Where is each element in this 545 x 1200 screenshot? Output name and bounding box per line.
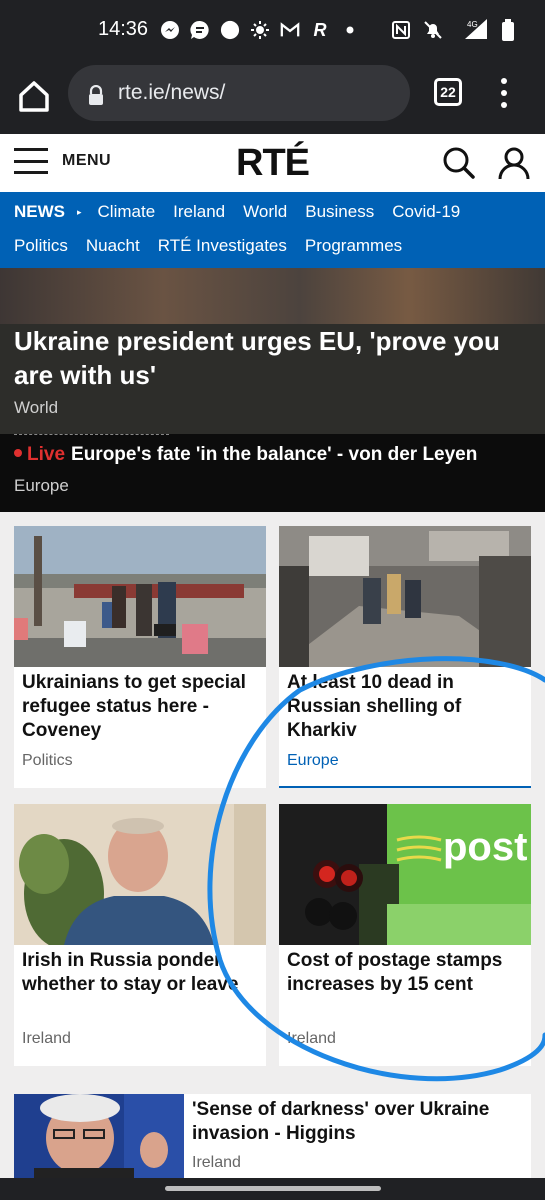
menu-label: MENU [62,152,112,169]
story-image-kharkiv[interactable] [279,526,531,667]
story-title[interactable]: At least 10 dead in Russian shelling of … [287,671,527,743]
hamburger-icon [14,148,48,174]
nav-arrow-icon: ▸ [77,206,82,217]
gmail-icon [280,20,300,40]
dot [501,90,507,96]
search-button[interactable] [442,146,476,185]
nav-news[interactable]: NEWS [14,202,65,222]
divider [14,434,169,435]
web-page: MENU RTÉ NEWS ▸ Climate Ireland World Bu… [0,134,545,1178]
nav-business[interactable]: Business [305,202,374,222]
hero-title[interactable]: Ukraine president urges EU, 'prove you a… [14,324,529,392]
brightness-icon [250,20,270,40]
nav-world[interactable]: World [243,202,287,222]
rte-logo[interactable]: RTÉ [236,142,310,185]
home-icon [19,81,49,112]
circle-icon [220,20,240,40]
dot [501,102,507,108]
post-sign-text: post [443,825,527,869]
tab-switcher-button[interactable]: 22 [434,78,462,106]
mute-icon [423,20,443,40]
story-category[interactable]: Europe [287,752,339,770]
live-label: Live [27,444,66,465]
story-title[interactable]: 'Sense of darkness' over Ukraine invasio… [192,1098,527,1146]
home-button[interactable] [14,76,56,118]
nav-covid[interactable]: Covid-19 [392,202,460,222]
story-image-post-sign[interactable]: post [279,804,531,945]
browser-toolbar: rte.ie/news/ 22 [0,62,545,134]
story-title[interactable]: Irish in Russia ponder whether to stay o… [22,949,262,997]
r-app-icon: R [313,19,327,40]
home-gesture-handle[interactable] [165,1186,381,1191]
nav-rte-investigates[interactable]: RTÉ Investigates [158,236,287,256]
dot [501,78,507,84]
live-dot-icon [14,448,22,457]
status-bar: 14:36 R 4G [0,0,545,62]
hero-category[interactable]: World [14,398,58,418]
url-text: rte.ie/news/ [118,81,226,104]
nav-climate[interactable]: Climate [98,202,156,222]
nav-nuacht[interactable]: Nuacht [86,236,140,256]
hero-story[interactable]: Ukraine president urges EU, 'prove you a… [0,324,545,434]
account-button[interactable] [497,146,531,185]
story-card[interactable]: At least 10 dead in Russian shelling of … [279,526,531,788]
search-icon [443,147,475,179]
dot-icon [340,20,360,40]
signal-4g-icon: 4G [455,19,489,40]
url-bar[interactable]: rte.ie/news/ [68,65,410,121]
story-card[interactable]: Irish in Russia ponder whether to stay o… [14,804,266,1066]
svg-text:4G: 4G [467,20,478,29]
story-title[interactable]: Ukrainians to get special refugee status… [22,671,262,743]
messenger-icon [160,20,180,40]
nav-ireland[interactable]: Ireland [173,202,225,222]
chat-icon [190,20,210,40]
story-card[interactable]: Ukrainians to get special refugee status… [14,526,266,788]
live-category[interactable]: Europe [14,476,69,496]
lock-icon [88,84,104,110]
menu-button[interactable]: MENU [14,148,111,174]
hero-image[interactable] [0,268,545,324]
battery-icon [501,19,515,41]
nfc-icon [391,20,411,40]
live-headline[interactable]: Europe's fate 'in the balance' - von der… [71,444,477,465]
story-category[interactable]: Politics [22,752,73,770]
section-nav: NEWS ▸ Climate Ireland World Business Co… [0,192,545,268]
story-category[interactable]: Ireland [287,1030,336,1048]
status-time: 14:36 [98,18,149,40]
system-nav-bar [0,1178,545,1200]
nav-politics[interactable]: Politics [14,236,68,256]
story-card[interactable]: post Cost of postage stamps increases by… [279,804,531,1066]
story-category[interactable]: Ireland [192,1154,241,1172]
story-title[interactable]: Cost of postage stamps increases by 15 c… [287,949,527,997]
live-story[interactable]: Live Europe's fate 'in the balance' - von… [0,434,545,512]
story-image-man-portrait[interactable] [14,804,266,945]
story-card-wide[interactable]: 'Sense of darkness' over Ukraine invasio… [14,1094,531,1178]
story-image-higgins[interactable] [14,1094,184,1178]
nav-programmes[interactable]: Programmes [305,236,402,256]
more-options-button[interactable] [494,78,514,108]
site-header: MENU RTÉ [0,134,545,192]
story-category[interactable]: Ireland [22,1030,71,1048]
user-icon [498,147,530,180]
story-image-refugees[interactable] [14,526,266,667]
